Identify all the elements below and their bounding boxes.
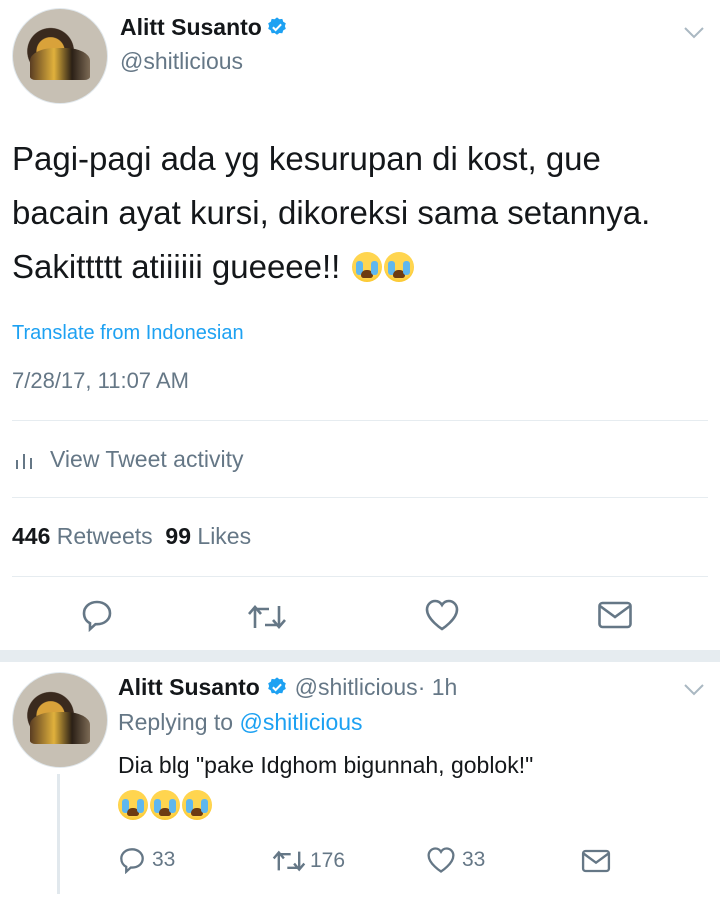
divider — [12, 420, 708, 421]
bar-chart-icon — [16, 453, 32, 469]
avatar-image — [29, 712, 91, 745]
replying-to-handle[interactable]: @shitlicious — [239, 709, 362, 735]
tweet-timestamp: 7/28/17, 11:07 AM — [12, 368, 189, 393]
likes-label[interactable]: Likes — [197, 523, 251, 549]
retweet-icon — [272, 850, 306, 872]
chevron-down-icon[interactable] — [683, 683, 705, 697]
crying-emoji-icon — [182, 790, 212, 820]
message-icon[interactable] — [597, 600, 633, 630]
divider — [12, 576, 708, 577]
view-tweet-activity-label[interactable]: View Tweet activity — [50, 446, 243, 473]
reply-icon — [120, 848, 144, 874]
reply-reply-button[interactable]: 33 — [118, 846, 175, 874]
crying-emoji-icon — [351, 252, 382, 282]
author-name[interactable]: Alitt Susanto — [120, 14, 262, 40]
heart-icon[interactable] — [424, 598, 460, 632]
replying-to-prefix: Replying to — [118, 709, 234, 735]
view-tweet-activity[interactable]: View Tweet activity — [14, 446, 243, 473]
reply-retweet-button[interactable]: 176 — [272, 848, 345, 874]
crying-emoji-icon — [150, 790, 180, 820]
reply-like-button[interactable]: 33 — [426, 846, 485, 874]
divider — [12, 497, 708, 498]
reply-author-handle[interactable]: @shitlicious — [295, 674, 418, 700]
likes-count[interactable]: 99 — [165, 523, 191, 549]
verified-badge-icon — [268, 17, 287, 35]
chevron-down-icon[interactable] — [683, 26, 705, 40]
thread-line — [57, 774, 60, 894]
avatar-image — [29, 48, 91, 81]
section-separator — [0, 650, 720, 662]
reply-text: Dia blg "pake Idghom bigunnah, goblok!" — [118, 752, 534, 778]
heart-icon — [427, 847, 455, 873]
reply-author-name[interactable]: Alitt Susanto — [118, 674, 260, 700]
reply-header: Alitt Susanto @shitlicious· 1h — [118, 674, 457, 701]
like-count: 33 — [462, 848, 486, 871]
author-handle[interactable]: @shitlicious — [120, 48, 243, 75]
translate-link[interactable]: Translate from Indonesian — [12, 322, 244, 345]
replying-to-line: Replying to @shitlicious — [118, 709, 363, 736]
tweet-text: Pagi-pagi ada yg kesurupan di kost, gue … — [12, 132, 702, 294]
crying-emoji-icon — [118, 790, 148, 820]
reply-time[interactable]: · 1h — [418, 674, 458, 700]
retweets-label[interactable]: Retweets — [57, 523, 153, 549]
engagement-stats: 446 Retweets 99 Likes — [12, 523, 251, 550]
author-avatar[interactable] — [12, 8, 108, 104]
message-icon[interactable] — [581, 848, 611, 874]
reply-emoji-row — [116, 790, 212, 821]
author-name-row[interactable]: Alitt Susanto — [120, 14, 288, 41]
reply-icon[interactable] — [80, 598, 114, 632]
retweets-count[interactable]: 446 — [12, 523, 50, 549]
tweet-body: Pagi-pagi ada yg kesurupan di kost, gue … — [12, 140, 651, 285]
retweet-icon[interactable] — [247, 602, 287, 632]
crying-emoji-icon — [383, 252, 414, 282]
retweet-count: 176 — [310, 849, 346, 872]
reply-count: 33 — [152, 848, 176, 871]
verified-badge-icon — [268, 677, 287, 695]
reply-author-avatar[interactable] — [12, 672, 108, 768]
